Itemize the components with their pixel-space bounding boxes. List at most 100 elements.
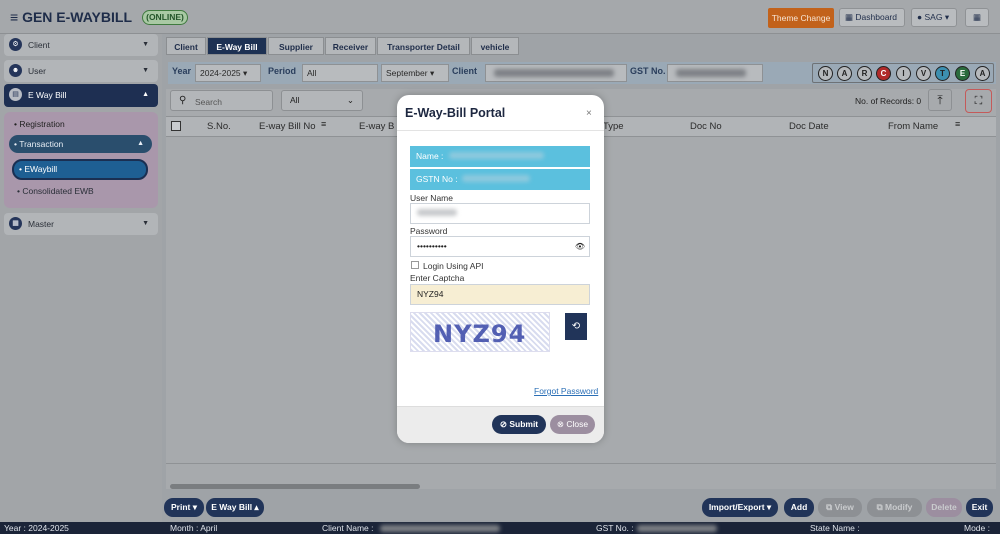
filter-value: All bbox=[290, 95, 300, 105]
password-value: •••••••••• bbox=[417, 241, 447, 251]
exit-button[interactable]: Exit bbox=[966, 498, 993, 517]
col-doc-date[interactable]: Doc Date bbox=[789, 121, 829, 132]
col-ewb[interactable]: E-way B bbox=[359, 121, 394, 132]
select-all-checkbox[interactable] bbox=[171, 121, 181, 131]
import-export-label: Import/Export bbox=[708, 502, 765, 512]
status-n[interactable]: N bbox=[818, 66, 833, 81]
chevron-down-icon: ▼ bbox=[142, 220, 149, 227]
column-menu-icon[interactable]: ≡ bbox=[321, 119, 326, 129]
master-icon: ▦ bbox=[9, 217, 22, 230]
col-type[interactable]: Type bbox=[603, 121, 624, 132]
app-title: ≡ GEN E-WAYBILL bbox=[10, 9, 132, 25]
gstn-label: GSTN No : bbox=[416, 174, 458, 184]
name-info: Name : bbox=[410, 146, 590, 167]
add-button[interactable]: Add bbox=[784, 498, 814, 517]
username-input[interactable] bbox=[410, 203, 590, 224]
period-select[interactable]: All bbox=[302, 64, 378, 82]
password-label: Password bbox=[410, 226, 448, 236]
search-icon: ⚲ bbox=[179, 95, 187, 106]
horizontal-scrollbar[interactable] bbox=[170, 484, 420, 489]
year-label: Year bbox=[172, 66, 192, 76]
tab-vehicle[interactable]: vehicle bbox=[471, 37, 519, 55]
chevron-down-icon: ▼ bbox=[142, 67, 149, 74]
modal-title: E-Way-Bill Portal bbox=[405, 106, 506, 120]
col-from-name[interactable]: From Name bbox=[888, 121, 938, 132]
status-t[interactable]: T bbox=[935, 66, 950, 81]
sidebar-item-consolidated[interactable]: • Consolidated EWB bbox=[17, 186, 94, 196]
status-client: Client Name : bbox=[322, 523, 374, 533]
forgot-password-link[interactable]: Forgot Password bbox=[534, 386, 598, 396]
sidebar-label: Master bbox=[28, 219, 54, 229]
month-select[interactable]: September ▾ bbox=[381, 64, 449, 82]
grid-footer bbox=[166, 463, 996, 483]
password-input[interactable]: •••••••••• 👁 bbox=[410, 236, 590, 257]
status-gst-redacted bbox=[637, 525, 717, 532]
import-export-button[interactable]: Import/Export ▾ bbox=[702, 498, 778, 517]
sidebar-item-user[interactable]: ☻ User ▼ bbox=[4, 60, 158, 82]
submit-button[interactable]: ⊘ Submit bbox=[492, 415, 546, 434]
sidebar-label: User bbox=[28, 66, 46, 76]
status-a2[interactable]: A bbox=[975, 66, 990, 81]
username-redacted bbox=[417, 209, 457, 216]
captcha-image: NYZ94 bbox=[410, 312, 550, 352]
api-checkbox[interactable] bbox=[411, 261, 419, 269]
dashboard-button[interactable]: ▦ Dashboard bbox=[839, 8, 905, 27]
client-select[interactable] bbox=[485, 64, 627, 82]
user-name: SAG bbox=[924, 12, 943, 22]
sidebar-item-master[interactable]: ▦ Master ▼ bbox=[4, 213, 158, 235]
tab-ewaybill[interactable]: E-Way Bill bbox=[207, 37, 267, 55]
name-label: Name : bbox=[416, 151, 444, 161]
status-c[interactable]: C bbox=[876, 66, 891, 81]
status-a[interactable]: A bbox=[837, 66, 852, 81]
fullscreen-icon[interactable]: ⛶ bbox=[965, 89, 992, 113]
column-menu-icon[interactable]: ≡ bbox=[955, 119, 960, 129]
captcha-input[interactable]: NYZ94 bbox=[410, 284, 590, 305]
dashboard-icon: ▦ bbox=[845, 12, 854, 22]
sidebar-item-ewaybill-sub[interactable]: • EWaybill bbox=[12, 159, 148, 180]
view-button[interactable]: ⧉ View bbox=[818, 498, 862, 517]
export-top-icon[interactable]: ⤒ bbox=[928, 89, 952, 111]
status-e[interactable]: E bbox=[955, 66, 970, 81]
search-box[interactable]: ⚲ Search bbox=[170, 90, 273, 111]
login-modal: E-Way-Bill Portal × Name : GSTN No : Use… bbox=[397, 95, 604, 443]
sidebar-item-client[interactable]: ⚙ Client ▼ bbox=[4, 34, 158, 56]
refresh-captcha-icon[interactable]: ⟲ bbox=[565, 313, 587, 340]
period-label: Period bbox=[268, 66, 297, 76]
client-icon: ⚙ bbox=[9, 38, 22, 51]
tab-receiver[interactable]: Receiver bbox=[325, 37, 376, 55]
eye-icon[interactable]: 👁 bbox=[575, 237, 585, 256]
col-doc-no[interactable]: Doc No bbox=[690, 121, 722, 132]
modify-label: Modify bbox=[885, 502, 913, 512]
gst-select[interactable] bbox=[667, 64, 763, 82]
status-year: Year : 2024-2025 bbox=[4, 523, 69, 533]
tab-client[interactable]: Client bbox=[166, 37, 206, 55]
status-client-redacted bbox=[380, 525, 500, 532]
status-i[interactable]: I bbox=[896, 66, 911, 81]
grid-filter-select[interactable]: All ⌄ bbox=[281, 90, 363, 111]
delete-button[interactable]: Delete bbox=[926, 498, 962, 517]
col-ewb-no[interactable]: E-way Bill No bbox=[259, 121, 316, 132]
tab-transporter[interactable]: Transporter Detail bbox=[377, 37, 470, 55]
gst-label: GST No. bbox=[630, 66, 666, 76]
status-month: Month : April bbox=[170, 523, 218, 533]
close-icon[interactable]: × bbox=[586, 108, 592, 119]
user-menu-button[interactable]: ● SAG ▾ bbox=[911, 8, 957, 27]
modify-button[interactable]: ⧉ Modify bbox=[867, 498, 922, 517]
close-button[interactable]: ⊗ Close bbox=[550, 415, 595, 434]
tab-supplier[interactable]: Supplier bbox=[268, 37, 324, 55]
chevron-down-icon: ▼ bbox=[142, 41, 149, 48]
col-sno[interactable]: S.No. bbox=[207, 121, 231, 132]
ewaybill-label: E Way Bill bbox=[211, 502, 253, 512]
sidebar-item-transaction[interactable]: • Transaction ▲ bbox=[9, 135, 152, 153]
year-select[interactable]: 2024-2025 ▾ bbox=[195, 64, 261, 82]
ewaybill-button[interactable]: E Way Bill ▴ bbox=[206, 498, 264, 517]
status-v[interactable]: V bbox=[916, 66, 931, 81]
sidebar-item-registration[interactable]: • Registration bbox=[14, 119, 65, 129]
sidebar-item-ewaybill[interactable]: ▤ E Way Bill ▲ bbox=[4, 84, 158, 107]
sidebar-label: Registration bbox=[19, 119, 65, 129]
theme-change-button[interactable]: Theme Change bbox=[768, 8, 834, 28]
print-button[interactable]: Print ▾ bbox=[164, 498, 204, 517]
apps-grid-icon[interactable]: ▦ bbox=[965, 8, 989, 27]
status-r[interactable]: R bbox=[857, 66, 872, 81]
sidebar-label: E Way Bill bbox=[28, 90, 67, 100]
